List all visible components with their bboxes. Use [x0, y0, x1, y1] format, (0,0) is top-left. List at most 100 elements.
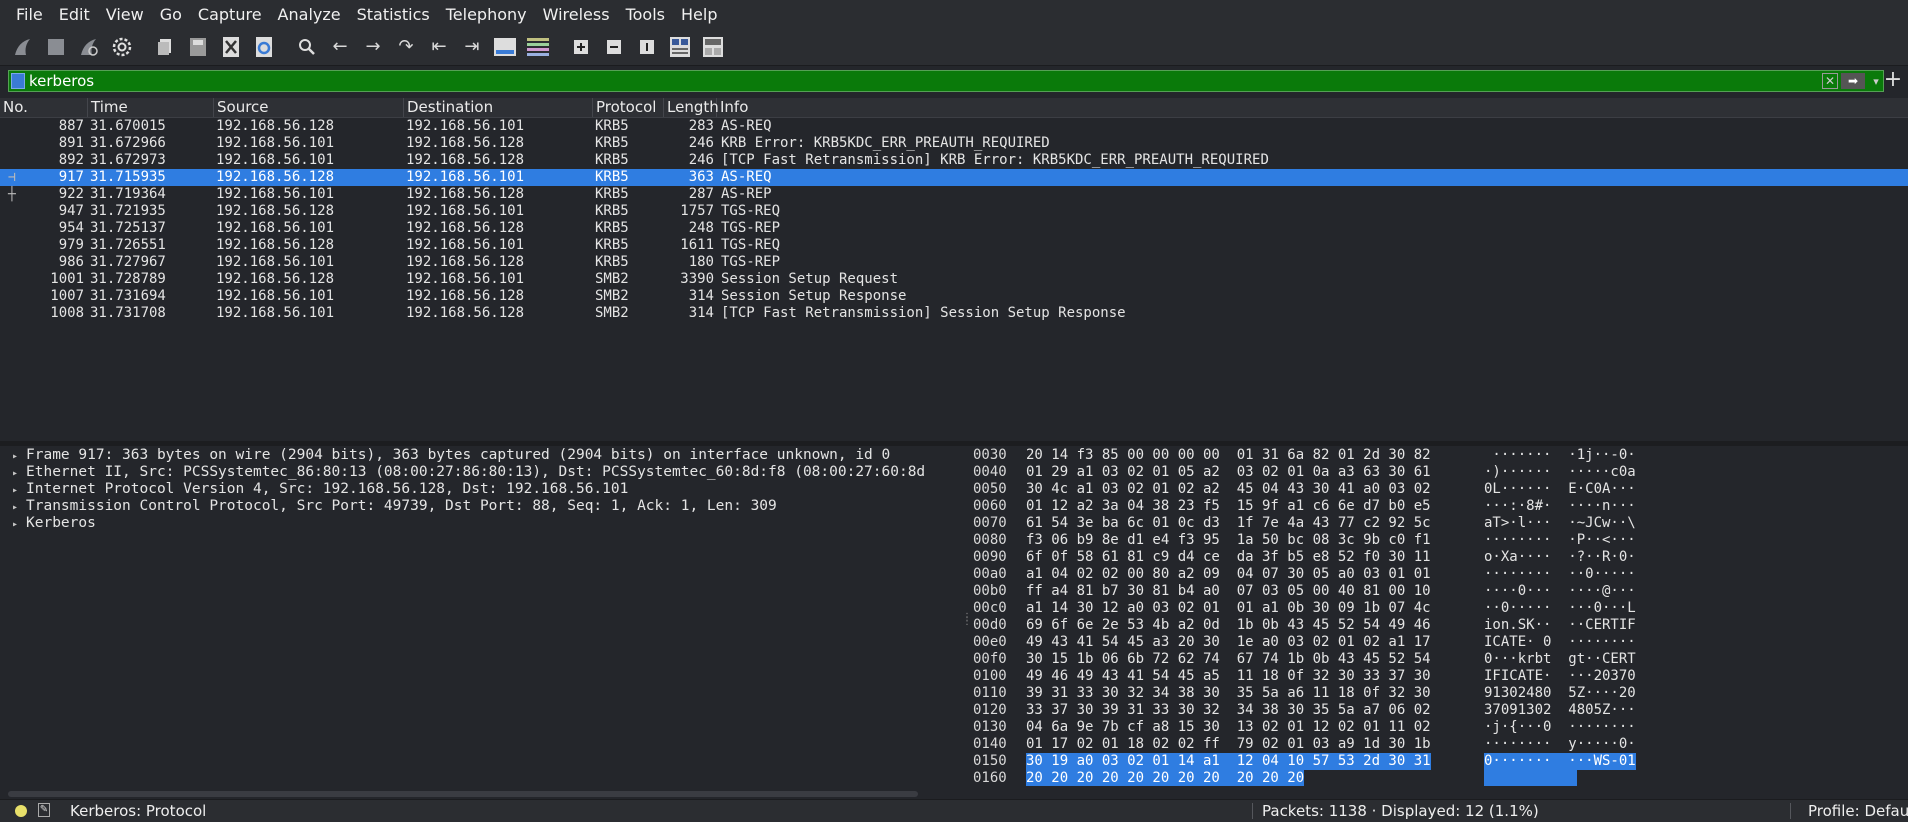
- hex-bytes[interactable]: 33 37 30 39 31 33 30 32 34 38 30 35 5a a…: [1026, 702, 1431, 719]
- expand-arrow-icon[interactable]: ▸: [12, 448, 26, 465]
- hex-dump-row[interactable]: 0140 01 17 02 01 18 02 02 ff 79 02 01 03 …: [970, 736, 1908, 753]
- packet-row[interactable]: 986 31.727967 192.168.56.101 192.168.56.128…: [0, 254, 1908, 271]
- restart-icon[interactable]: [76, 34, 102, 60]
- hex-dump-row[interactable]: 0160 20 20 20 20 20 20 20 20 20 20 20: [970, 770, 1908, 786]
- bookmark-icon[interactable]: [11, 73, 25, 89]
- capture-comment-icon[interactable]: ✎: [38, 803, 50, 817]
- hex-bytes[interactable]: 61 54 3e ba 6c 01 0c d3 1f 7e 4a 43 77 c…: [1026, 515, 1431, 532]
- resize-columns-icon[interactable]: [667, 34, 693, 60]
- menu-file[interactable]: File: [8, 5, 51, 24]
- packet-row[interactable]: 979 31.726551 192.168.56.128 192.168.56.101…: [0, 237, 1908, 254]
- ascii-bytes[interactable]: ······· ·1j··-0·: [1484, 447, 1635, 464]
- packet-row[interactable]: 891 31.672966 192.168.56.101 192.168.56.128…: [0, 135, 1908, 152]
- menu-analyze[interactable]: Analyze: [270, 5, 349, 24]
- zoom-in-icon[interactable]: [568, 34, 594, 60]
- menu-go[interactable]: Go: [152, 5, 190, 24]
- detail-tree-item[interactable]: ▸ Internet Protocol Version 4, Src: 192.1…: [0, 481, 958, 498]
- hex-dump-row[interactable]: 0050 30 4c a1 03 02 01 02 a2 45 04 43 30 …: [970, 481, 1908, 498]
- hex-bytes[interactable]: 01 12 a2 3a 04 38 23 f5 15 9f a1 c6 6e d…: [1026, 498, 1431, 515]
- first-packet-icon[interactable]: ⇤: [426, 34, 452, 60]
- colorize-icon[interactable]: [525, 34, 551, 60]
- hex-dump-row[interactable]: 0040 01 29 a1 03 02 01 05 a2 03 02 01 0a …: [970, 464, 1908, 481]
- options-gear-icon[interactable]: [109, 34, 135, 60]
- stop-icon[interactable]: [43, 34, 69, 60]
- packet-row[interactable]: 892 31.672973 192.168.56.101 192.168.56.128…: [0, 152, 1908, 169]
- ascii-bytes[interactable]: 0······· ···WS-01: [1484, 753, 1636, 770]
- column-header-length[interactable]: Length: [664, 98, 719, 117]
- hex-bytes[interactable]: ff a4 81 b7 30 81 b4 a0 07 03 05 00 40 8…: [1026, 583, 1431, 600]
- hex-bytes[interactable]: 49 43 41 54 45 a3 20 30 1e a0 03 02 01 0…: [1026, 634, 1431, 651]
- expand-arrow-icon[interactable]: ▸: [12, 465, 26, 482]
- ascii-bytes[interactable]: ·)······ ·····c0a: [1484, 464, 1636, 481]
- column-header-no[interactable]: No.: [0, 98, 88, 117]
- hex-bytes[interactable]: 20 20 20 20 20 20 20 20 20 20 20: [1026, 770, 1305, 786]
- hex-dump-row[interactable]: 0120 33 37 30 39 31 33 30 32 34 38 30 35 …: [970, 702, 1908, 719]
- ascii-bytes[interactable]: [1484, 770, 1577, 786]
- hex-bytes[interactable]: 6f 0f 58 61 81 c9 d4 ce da 3f b5 e8 52 f…: [1026, 549, 1431, 566]
- detail-tree-item[interactable]: ▸ Transmission Control Protocol, Src Port…: [0, 498, 958, 515]
- packet-row[interactable]: 917 31.715935 192.168.56.128 192.168.56.101…: [0, 169, 1908, 186]
- hex-dump-row[interactable]: 00f0 30 15 1b 06 6b 72 62 74 67 74 1b 0b …: [970, 651, 1908, 668]
- hex-bytes[interactable]: a1 14 30 12 a0 03 02 01 01 a1 0b 30 09 1…: [1026, 600, 1431, 617]
- ascii-bytes[interactable]: ········ y·····0·: [1484, 736, 1636, 753]
- ascii-bytes[interactable]: ···:·8#· ····n···: [1484, 498, 1636, 515]
- packet-row[interactable]: 1007 31.731694 192.168.56.101 192.168.56.12…: [0, 288, 1908, 305]
- packet-row[interactable]: 1001 31.728789 192.168.56.128 192.168.56.10…: [0, 271, 1908, 288]
- clear-filter-icon[interactable]: ✕: [1822, 73, 1838, 89]
- hex-dump-row[interactable]: 00c0 a1 14 30 12 a0 03 02 01 01 a1 0b 30 …: [970, 600, 1908, 617]
- menu-statistics[interactable]: Statistics: [349, 5, 438, 24]
- display-filter-input[interactable]: [29, 72, 1822, 90]
- detail-tree-item[interactable]: ▸ Ethernet II, Src: PCSSystemtec_86:80:13…: [0, 464, 958, 481]
- hex-dump-row[interactable]: 0030 20 14 f3 85 00 00 00 00 01 31 6a 82 …: [970, 447, 1908, 464]
- hex-dump-row[interactable]: 00e0 49 43 41 54 45 a3 20 30 1e a0 03 02 …: [970, 634, 1908, 651]
- packet-row[interactable]: 887 31.670015 192.168.56.128 192.168.56.101…: [0, 118, 1908, 135]
- hex-dump-row[interactable]: 0090 6f 0f 58 61 81 c9 d4 ce da 3f b5 e8 …: [970, 549, 1908, 566]
- hex-bytes[interactable]: 30 19 a0 03 02 01 14 a1 12 04 10 57 53 2…: [1026, 753, 1431, 770]
- go-back-icon[interactable]: ←: [327, 34, 353, 60]
- hex-dump-row[interactable]: 0130 04 6a 9e 7b cf a8 15 30 13 02 01 12 …: [970, 719, 1908, 736]
- ascii-bytes[interactable]: ········ ··0·····: [1484, 566, 1636, 583]
- menu-view[interactable]: View: [98, 5, 152, 24]
- column-header-protocol[interactable]: Protocol: [593, 98, 664, 117]
- detail-tree-item[interactable]: ▸ Kerberos: [0, 515, 958, 532]
- hex-bytes[interactable]: 69 6f 6e 2e 53 4b a2 0d 1b 0b 43 45 52 5…: [1026, 617, 1431, 634]
- go-to-packet-icon[interactable]: ↷: [393, 34, 419, 60]
- column-header-info[interactable]: Info: [717, 98, 1908, 117]
- hex-bytes[interactable]: a1 04 02 02 00 80 a2 09 04 07 30 05 a0 0…: [1026, 566, 1431, 583]
- ascii-bytes[interactable]: 0···krbt gt··CERT: [1484, 651, 1636, 668]
- hex-bytes[interactable]: f3 06 b9 8e d1 e4 f3 95 1a 50 bc 08 3c 9…: [1026, 532, 1431, 549]
- hex-dump-row[interactable]: 0110 39 31 33 30 32 34 38 30 35 5a a6 11 …: [970, 685, 1908, 702]
- column-header-source[interactable]: Source: [214, 98, 404, 117]
- hex-bytes[interactable]: 01 29 a1 03 02 01 05 a2 03 02 01 0a a3 6…: [1026, 464, 1431, 481]
- hex-bytes[interactable]: 49 46 49 43 41 54 45 a5 11 18 0f 32 30 3…: [1026, 668, 1431, 685]
- packet-row[interactable]: 954 31.725137 192.168.56.101 192.168.56.128…: [0, 220, 1908, 237]
- hex-dump-row[interactable]: 0070 61 54 3e ba 6c 01 0c d3 1f 7e 4a 43 …: [970, 515, 1908, 532]
- ascii-bytes[interactable]: ········ ·P··<···: [1484, 532, 1636, 549]
- ascii-bytes[interactable]: ····0··· ····@···: [1484, 583, 1636, 600]
- save-file-icon[interactable]: [185, 34, 211, 60]
- hex-bytes[interactable]: 30 4c a1 03 02 01 02 a2 45 04 43 30 41 a…: [1026, 481, 1431, 498]
- ascii-bytes[interactable]: IFICATE· ···20370: [1484, 668, 1636, 685]
- ascii-bytes[interactable]: ·j·{···0 ········: [1484, 719, 1636, 736]
- hex-bytes[interactable]: 39 31 33 30 32 34 38 30 35 5a a6 11 18 0…: [1026, 685, 1431, 702]
- ascii-bytes[interactable]: 37091302 4805Z···: [1484, 702, 1636, 719]
- hex-dump-row[interactable]: 0150 30 19 a0 03 02 01 14 a1 12 04 10 57 …: [970, 753, 1908, 770]
- add-filter-button[interactable]: +: [1880, 68, 1906, 92]
- last-packet-icon[interactable]: ⇥: [459, 34, 485, 60]
- expand-arrow-icon[interactable]: ▸: [12, 499, 26, 516]
- ascii-bytes[interactable]: aT>·l··· ·~JCw··\: [1484, 515, 1636, 532]
- ascii-bytes[interactable]: 91302480 5Z····20: [1484, 685, 1636, 702]
- menu-tools[interactable]: Tools: [618, 5, 673, 24]
- hex-bytes[interactable]: 01 17 02 01 18 02 02 ff 79 02 01 03 a9 1…: [1026, 736, 1431, 753]
- column-header-destination[interactable]: Destination: [404, 98, 593, 117]
- hex-dump-row[interactable]: 0060 01 12 a2 3a 04 38 23 f5 15 9f a1 c6 …: [970, 498, 1908, 515]
- go-forward-icon[interactable]: →: [360, 34, 386, 60]
- details-horizontal-scrollbar[interactable]: [8, 791, 918, 797]
- ascii-bytes[interactable]: ··0····· ···0···L: [1484, 600, 1636, 617]
- shark-fin-start-icon[interactable]: [10, 34, 36, 60]
- apply-filter-icon[interactable]: ➡: [1841, 73, 1865, 89]
- menu-capture[interactable]: Capture: [190, 5, 270, 24]
- normal-size-icon[interactable]: [634, 34, 660, 60]
- packet-row[interactable]: 947 31.721935 192.168.56.128 192.168.56.101…: [0, 203, 1908, 220]
- expand-arrow-icon[interactable]: ▸: [12, 482, 26, 499]
